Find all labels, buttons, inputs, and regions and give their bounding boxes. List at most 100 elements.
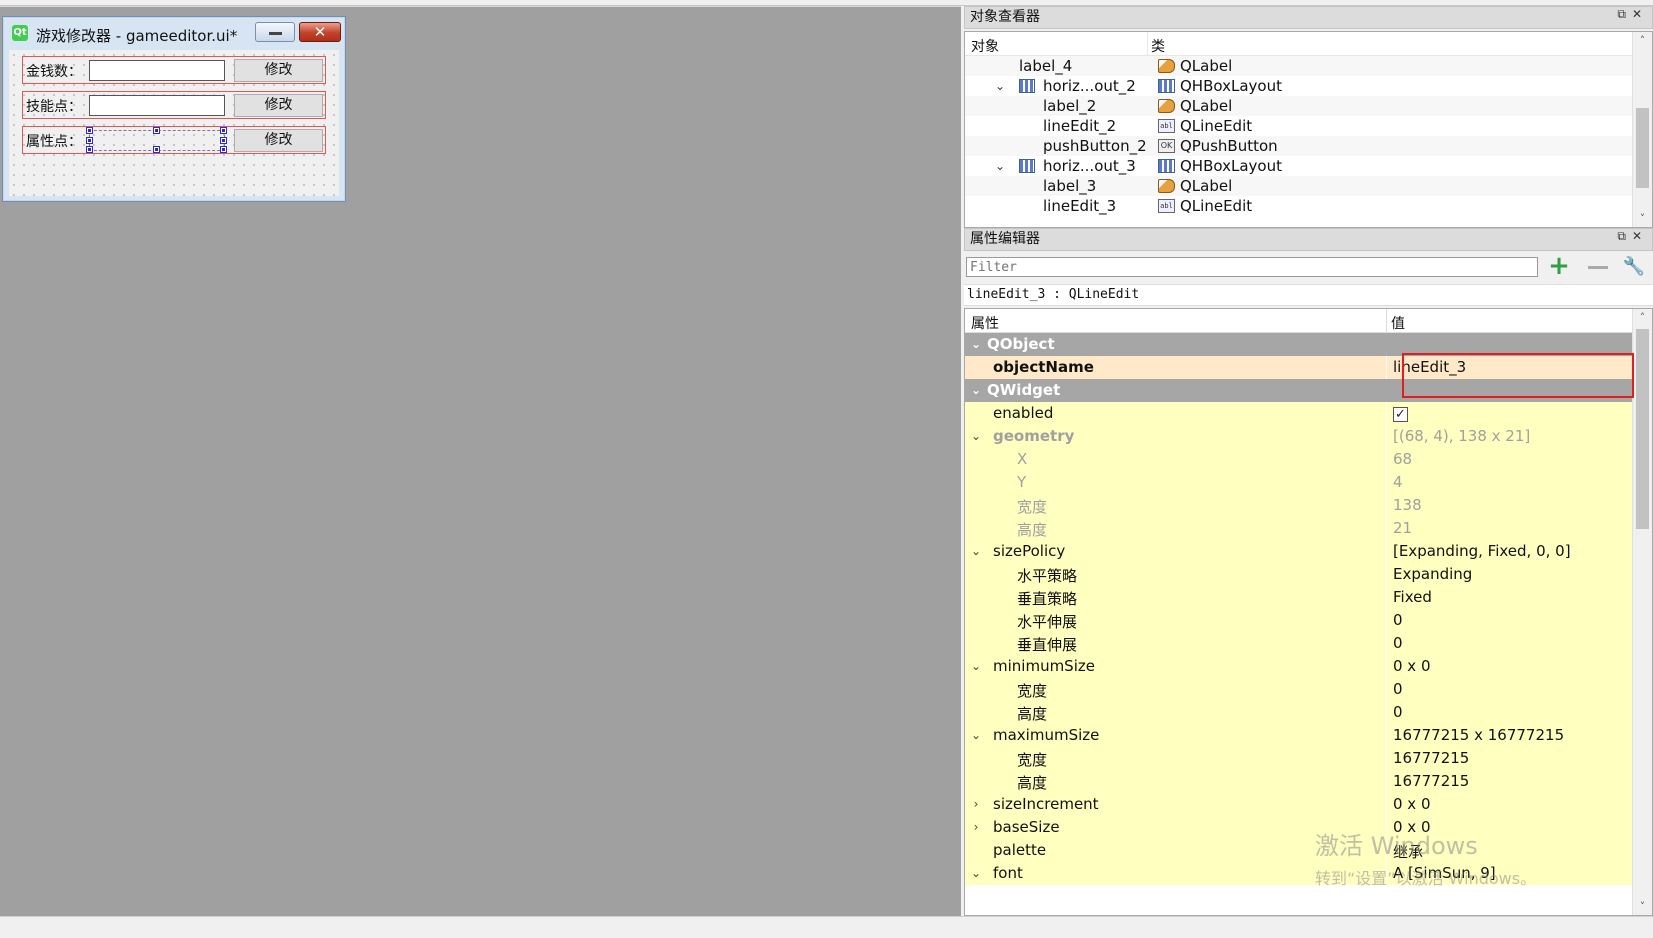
object-tree-row[interactable]: ⌄ horiz...out_3 QHBoxLayout	[965, 156, 1634, 176]
dock-float-close-icon[interactable]: ⧉✕	[1617, 7, 1648, 22]
column-class[interactable]: 类	[1151, 36, 1165, 56]
attribute-line-edit[interactable]	[87, 128, 226, 152]
scroll-thumb[interactable]	[1636, 329, 1649, 529]
property-group-row[interactable]: ⌄ QObject	[965, 333, 1634, 357]
property-value[interactable]: [Expanding, Fixed, 0, 0]	[1393, 542, 1571, 560]
property-value[interactable]: 0 x 0	[1393, 795, 1431, 813]
scroll-down-icon[interactable]: ˅	[1633, 898, 1652, 915]
property-row[interactable]: ⌄ minimumSize 0 x 0	[965, 655, 1634, 679]
object-tree-row[interactable]: pushButton_2 OK QPushButton	[965, 136, 1634, 156]
object-tree-row[interactable]: label_2 QLabel	[965, 96, 1634, 116]
property-value[interactable]: 138	[1393, 496, 1422, 514]
property-row[interactable]: objectName lineEdit_3	[965, 356, 1634, 380]
expand-arrow-icon[interactable]: ⌄	[969, 425, 983, 448]
scroll-thumb[interactable]	[1636, 108, 1649, 188]
property-value[interactable]: 0	[1393, 634, 1403, 652]
property-row[interactable]: ⌄ maximumSize 16777215 x 16777215	[965, 724, 1634, 748]
object-tree-row[interactable]: lineEdit_3 abl QLineEdit	[965, 196, 1634, 216]
money-line-edit[interactable]	[89, 60, 225, 81]
skill-line-edit[interactable]	[89, 95, 225, 116]
expand-arrow-icon[interactable]: ⌄	[969, 655, 983, 678]
object-tree-row[interactable]: label_4 QLabel	[965, 56, 1634, 76]
property-value[interactable]: 21	[1393, 519, 1412, 537]
resize-handle[interactable]	[87, 147, 92, 152]
column-value[interactable]: 值	[1391, 313, 1405, 333]
property-row[interactable]: › sizeIncrement 0 x 0	[965, 793, 1634, 817]
object-inspector-tree[interactable]: 对象 类 label_4 QLabel ⌄ horiz...out_2 QHBoxLay…	[964, 31, 1653, 228]
property-value[interactable]: 0	[1393, 703, 1403, 721]
property-row[interactable]: 高度 16777215	[965, 770, 1634, 794]
column-property[interactable]: 属性	[971, 313, 999, 333]
property-table-scrollbar[interactable]: ˄ ˅	[1632, 309, 1652, 915]
property-value[interactable]: [(68, 4), 138 x 21]	[1393, 427, 1530, 445]
resize-handle[interactable]	[154, 128, 159, 133]
property-value[interactable]: 4	[1393, 473, 1403, 491]
expand-arrow-icon[interactable]: ⌄	[969, 724, 983, 747]
configure-wrench-icon[interactable]: 🔧	[1620, 256, 1648, 278]
property-row[interactable]: 水平伸展 0	[965, 609, 1634, 633]
property-value[interactable]: 0	[1393, 611, 1403, 629]
remove-property-minus-icon[interactable]	[1584, 256, 1610, 278]
expand-arrow-icon[interactable]: ⌄	[969, 862, 983, 885]
money-modify-button[interactable]: 修改	[234, 59, 323, 82]
object-tree-scrollbar[interactable]: ˄ ˅	[1632, 32, 1652, 227]
expand-arrow-icon[interactable]: ⌄	[969, 540, 983, 563]
property-value[interactable]: 16777215 x 16777215	[1393, 726, 1564, 744]
expand-arrow-icon[interactable]: ⌄	[993, 156, 1007, 176]
expand-arrow-icon[interactable]: ›	[969, 816, 983, 839]
property-row[interactable]: 高度 0	[965, 701, 1634, 725]
property-row[interactable]: enabled ✓	[965, 402, 1634, 426]
resize-handle[interactable]	[221, 128, 226, 133]
property-row[interactable]: ⌄ sizePolicy [Expanding, Fixed, 0, 0]	[965, 540, 1634, 564]
property-group-row[interactable]: ⌄ QWidget	[965, 379, 1634, 403]
object-inspector-title[interactable]: 对象查看器 ⧉✕	[964, 6, 1653, 29]
skill-modify-button[interactable]: 修改	[234, 94, 323, 117]
scroll-up-icon[interactable]: ˄	[1633, 32, 1652, 49]
property-row[interactable]: Y4	[965, 471, 1634, 495]
resize-handle[interactable]	[87, 138, 92, 143]
dock-float-close-icon[interactable]: ⧉✕	[1617, 229, 1648, 244]
form-client-area[interactable]: 金钱数： 修改 技能点： 修改 属性点： 修改	[9, 50, 339, 196]
property-row[interactable]: ⌄ geometry [(68, 4), 138 x 21]	[965, 425, 1634, 449]
scroll-down-icon[interactable]: ˅	[1633, 210, 1652, 227]
close-button[interactable]: ✕	[299, 22, 341, 42]
form-titlebar[interactable]: Qt 游戏修改器 - gameeditor.ui* ✕	[3, 17, 345, 47]
designer-canvas[interactable]: Qt 游戏修改器 - gameeditor.ui* ✕ 金钱数： 修改 技能点：…	[0, 6, 961, 916]
enabled-checkbox[interactable]: ✓	[1393, 407, 1408, 422]
property-row[interactable]: 宽度 138	[965, 494, 1634, 518]
resize-handle[interactable]	[221, 138, 226, 143]
scroll-up-icon[interactable]: ˄	[1633, 309, 1652, 326]
expand-arrow-icon[interactable]: ⌄	[969, 333, 983, 356]
property-value[interactable]: Expanding	[1393, 565, 1472, 583]
expand-arrow-icon[interactable]: ›	[969, 793, 983, 816]
property-value[interactable]: Fixed	[1393, 588, 1432, 606]
column-object[interactable]: 对象	[971, 36, 999, 56]
property-value[interactable]: 16777215	[1393, 772, 1469, 790]
property-value[interactable]: lineEdit_3	[1393, 358, 1466, 376]
property-row[interactable]: 宽度 16777215	[965, 747, 1634, 771]
form-preview-window[interactable]: Qt 游戏修改器 - gameeditor.ui* ✕ 金钱数： 修改 技能点：…	[2, 16, 346, 202]
property-row[interactable]: 宽度 0	[965, 678, 1634, 702]
add-property-plus-icon[interactable]: +	[1546, 253, 1572, 279]
property-row[interactable]: 高度 21	[965, 517, 1634, 541]
property-row[interactable]: 水平策略 Expanding	[965, 563, 1634, 587]
object-tree-row[interactable]: lineEdit_2 abl QLineEdit	[965, 116, 1634, 136]
property-table[interactable]: 属性 值 ⌄ QObject objectName lineEdit_3 ⌄ QWidge…	[964, 308, 1653, 916]
property-row[interactable]: X 68	[965, 448, 1634, 472]
property-row[interactable]: 垂直伸展 0	[965, 632, 1634, 656]
resize-handle[interactable]	[87, 128, 92, 133]
expand-arrow-icon[interactable]: ⌄	[969, 379, 983, 402]
property-value[interactable]: 0 x 0	[1393, 657, 1431, 675]
property-row[interactable]: 垂直策略 Fixed	[965, 586, 1634, 610]
object-tree-row[interactable]: label_3 QLabel	[965, 176, 1634, 196]
filter-input[interactable]	[966, 257, 1538, 277]
minimize-button[interactable]	[255, 22, 295, 42]
resize-handle[interactable]	[221, 147, 226, 152]
property-editor-title[interactable]: 属性编辑器 ⧉✕	[964, 228, 1653, 251]
property-value[interactable]: 0	[1393, 680, 1403, 698]
expand-arrow-icon[interactable]: ⌄	[993, 76, 1007, 96]
resize-handle[interactable]	[154, 147, 159, 152]
property-value[interactable]: 16777215	[1393, 749, 1469, 767]
attribute-modify-button[interactable]: 修改	[234, 129, 323, 152]
object-tree-row[interactable]: ⌄ horiz...out_2 QHBoxLayout	[965, 76, 1634, 96]
